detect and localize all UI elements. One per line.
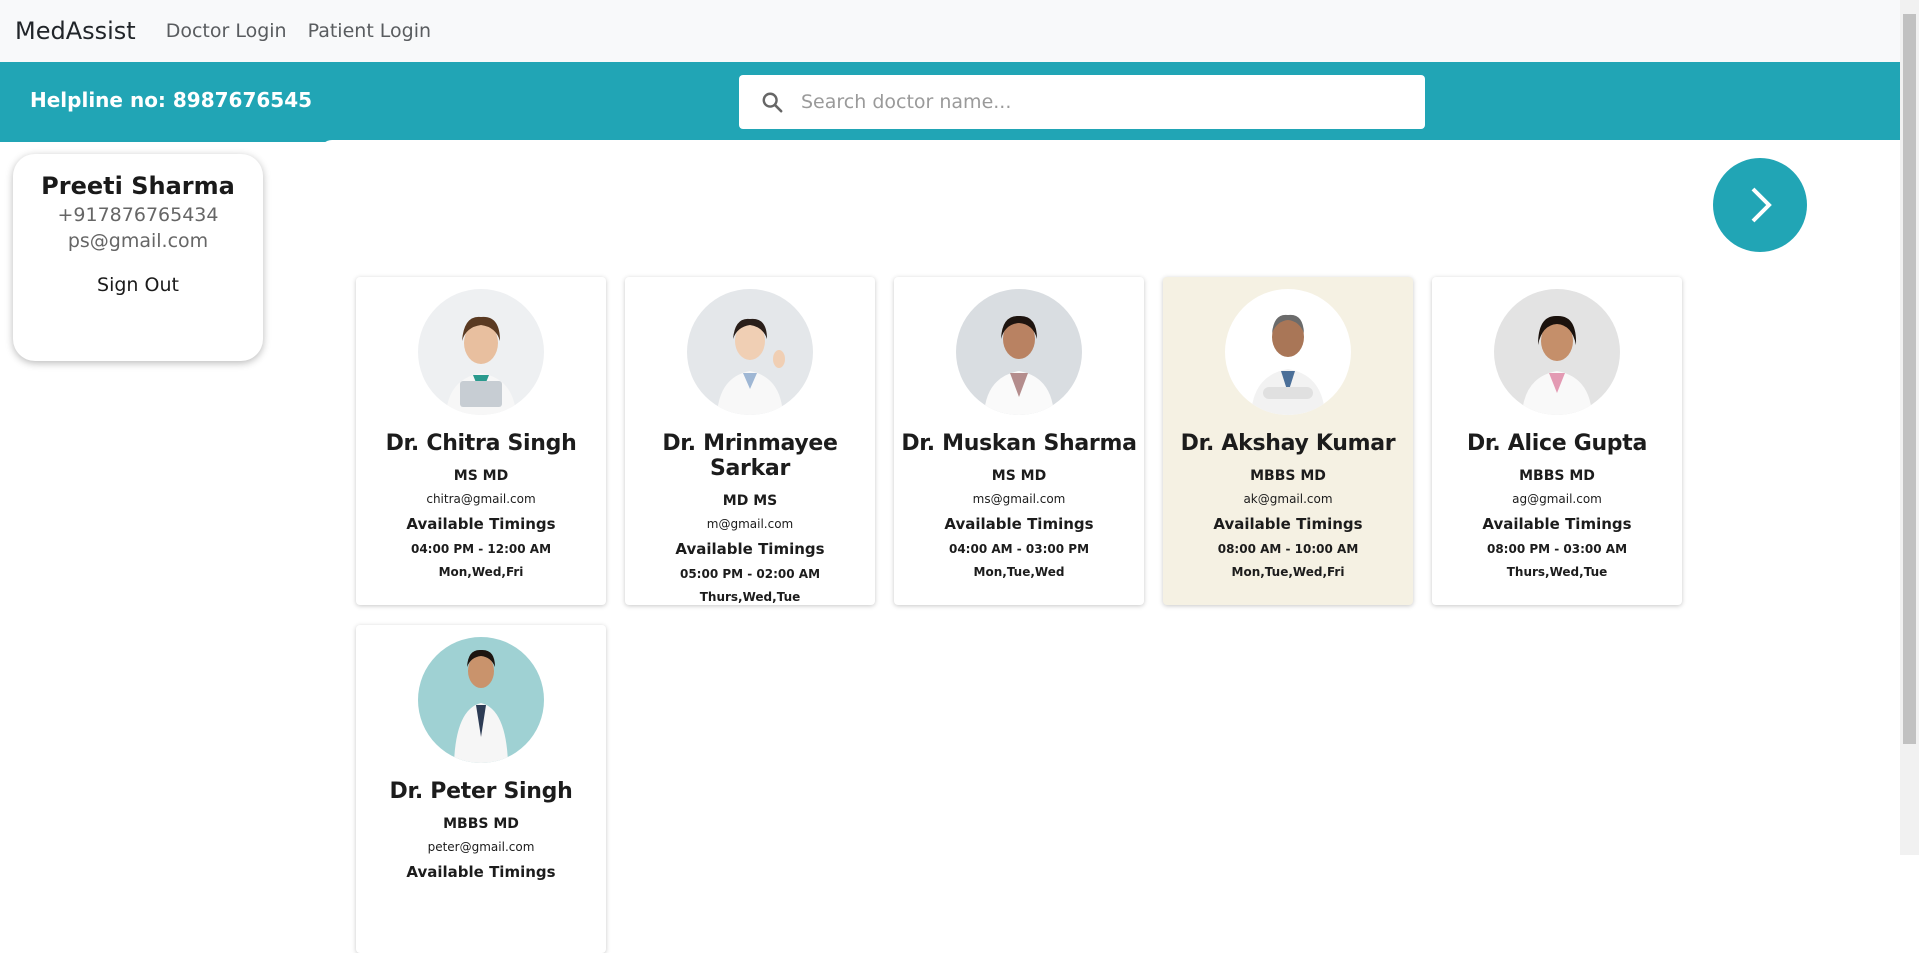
doctor-degree: MBBS MD [443, 816, 519, 832]
chevron-right-icon [1751, 187, 1772, 223]
doctor-name: Dr. Mrinmayee Sarkar [662, 431, 838, 481]
doctor-degree: MS MD [991, 468, 1047, 484]
available-timings-label: Available Timings [1482, 515, 1632, 533]
doctor-degree: MBBS MD [1250, 468, 1326, 484]
doctor-email: peter@gmail.com [427, 840, 535, 854]
brand-logo[interactable]: MedAssist [15, 17, 136, 45]
doctor-card[interactable]: Dr. Alice Gupta MBBS MD ag@gmail.com Ava… [1432, 277, 1682, 605]
sign-out-button[interactable]: Sign Out [13, 274, 263, 296]
helpline-text: Helpline no: 8987676545 [30, 88, 313, 112]
available-timings-label: Available Timings [406, 863, 556, 881]
doctor-days: Mon,Tue,Wed [973, 565, 1065, 579]
search-input[interactable] [799, 90, 1363, 114]
nav-patient-login[interactable]: Patient Login [308, 20, 431, 42]
doctor-time: 08:00 AM - 10:00 AM [1217, 542, 1359, 556]
doctor-name: Dr. Muskan Sharma [901, 431, 1137, 456]
available-timings-label: Available Timings [406, 515, 556, 533]
doctor-avatar [418, 637, 544, 763]
available-timings-label: Available Timings [1213, 515, 1363, 533]
user-phone: +917876765434 [57, 204, 219, 226]
doctor-avatar [418, 289, 544, 415]
doctor-avatar [1494, 289, 1620, 415]
top-navbar: MedAssist Doctor Login Patient Login [0, 0, 1900, 62]
page-scrollbar[interactable] [1900, 0, 1919, 855]
next-page-button[interactable] [1713, 158, 1807, 252]
doctor-time: 08:00 PM - 03:00 AM [1486, 542, 1628, 556]
doctor-card[interactable]: Dr. Mrinmayee Sarkar MD MS m@gmail.com A… [625, 277, 875, 605]
doctor-avatar [1225, 289, 1351, 415]
user-email: ps@gmail.com [67, 230, 209, 252]
doctor-days: Mon,Tue,Wed,Fri [1231, 565, 1345, 579]
doctor-card[interactable]: Dr. Muskan Sharma MS MD ms@gmail.com Ava… [894, 277, 1144, 605]
search-icon [762, 92, 783, 113]
doctor-time: 04:00 PM - 12:00 AM [410, 542, 552, 556]
doctor-days: Thurs,Wed,Tue [1506, 565, 1608, 579]
doctor-degree: MD MS [722, 493, 778, 509]
scrollbar-thumb[interactable] [1903, 14, 1916, 744]
available-timings-label: Available Timings [944, 515, 1094, 533]
user-name: Preeti Sharma [41, 172, 235, 200]
doctor-name: Dr. Peter Singh [389, 779, 573, 804]
user-profile-card: Preeti Sharma +917876765434 ps@gmail.com… [13, 154, 263, 361]
doctor-email: m@gmail.com [706, 517, 794, 531]
doctor-degree: MBBS MD [1519, 468, 1595, 484]
doctor-email: ak@gmail.com [1243, 492, 1333, 506]
doctor-degree: MS MD [453, 468, 509, 484]
doctor-card[interactable]: Dr. Peter Singh MBBS MD peter@gmail.com … [356, 625, 606, 953]
doctor-avatar [687, 289, 813, 415]
doctor-email: chitra@gmail.com [426, 492, 536, 506]
doctor-card[interactable]: Dr. Chitra Singh MS MD chitra@gmail.com … [356, 277, 606, 605]
doctor-time: 04:00 AM - 03:00 PM [948, 542, 1090, 556]
doctor-name: Dr. Akshay Kumar [1180, 431, 1396, 456]
doctor-days: Mon,Wed,Fri [438, 565, 524, 579]
doctor-card[interactable]: Dr. Akshay Kumar MBBS MD ak@gmail.com Av… [1163, 277, 1413, 605]
doctor-email: ms@gmail.com [972, 492, 1066, 506]
available-timings-label: Available Timings [675, 540, 825, 558]
doctor-email: ag@gmail.com [1512, 492, 1602, 506]
search-bar[interactable] [739, 75, 1425, 129]
header-band: Helpline no: 8987676545 [0, 62, 1900, 142]
doctor-days: Thurs,Wed,Tue [699, 590, 801, 604]
doctor-avatar [956, 289, 1082, 415]
nav-doctor-login[interactable]: Doctor Login [166, 20, 287, 42]
doctor-time: 05:00 PM - 02:00 AM [679, 567, 821, 581]
doctor-name: Dr. Alice Gupta [1466, 431, 1648, 456]
doctor-name: Dr. Chitra Singh [385, 431, 577, 456]
